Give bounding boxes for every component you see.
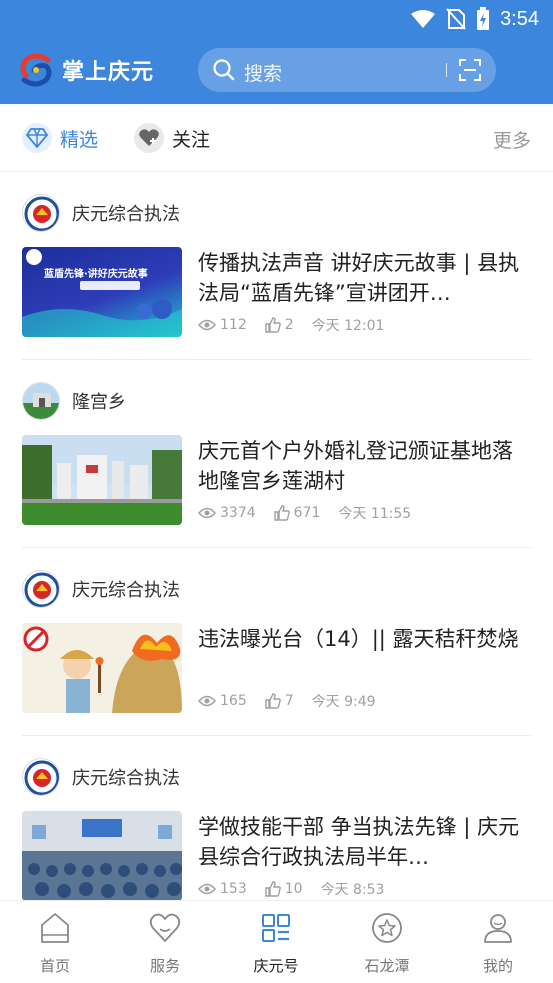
eye-icon (198, 695, 216, 707)
no-sim-icon (446, 8, 466, 30)
tab-guanzhu[interactable]: 关注 (134, 122, 210, 154)
article-thumbnail[interactable] (22, 811, 182, 900)
scan-icon[interactable] (458, 58, 482, 82)
source-name: 隆宫乡 (72, 392, 126, 413)
thumbs-up-icon (265, 881, 281, 897)
tab-label: 关注 (172, 128, 211, 151)
like-count: 2 (265, 317, 294, 333)
nav-label: 我的 (482, 957, 513, 975)
publish-time: 今天 12:01 (311, 318, 385, 334)
source-name: 庆元综合执法 (72, 580, 180, 601)
home-icon (41, 913, 69, 943)
search-divider (446, 63, 447, 77)
nav-profile[interactable]: 我的 (443, 911, 553, 981)
article-title[interactable]: 学做技能干部 争当执法先锋 | 庆元县综合行政执法局半年… (198, 812, 532, 872)
view-count: 112 (198, 317, 247, 333)
village-avatar (22, 382, 60, 420)
publish-time: 今天 8:53 (320, 882, 385, 898)
view-count: 153 (198, 881, 247, 897)
like-count: 7 (265, 693, 294, 709)
publish-time: 今天 9:49 (311, 694, 376, 710)
source-name: 庆元综合执法 (72, 768, 180, 789)
thumbs-up-icon (265, 317, 281, 333)
article-meta: 3374 671 今天 11:55 (198, 502, 429, 524)
feed-card[interactable]: 庆元综合执法 违法曝光台（14）|| 露天秸秆焚烧 165 7 今天 9:49 (22, 548, 531, 736)
battery-charging-icon (477, 7, 490, 30)
nav-label: 庆元号 (253, 957, 299, 975)
view-count: 3374 (198, 505, 256, 521)
wifi-icon (411, 10, 436, 28)
user-icon (484, 914, 512, 943)
app-title: 掌上庆元 (62, 60, 155, 85)
diamond-icon (22, 123, 52, 153)
nav-label: 首页 (39, 957, 70, 975)
police-emblem-avatar (22, 570, 60, 608)
grid-icon (262, 914, 290, 942)
tab-jingxuan[interactable]: 精选 (22, 122, 98, 154)
heart-plus-icon (134, 123, 164, 153)
article-thumbnail[interactable] (22, 435, 182, 525)
eye-icon (198, 883, 216, 895)
search-icon (213, 59, 235, 81)
view-count: 165 (198, 693, 247, 709)
nav-service[interactable]: 服务 (110, 911, 220, 981)
nav-home[interactable]: 首页 (0, 911, 110, 981)
feed-card[interactable]: 隆宫乡 庆元首个户外婚礼登记颁证基地落地隆宫乡莲湖村 3374 671 今天 1… (22, 360, 531, 548)
source-name: 庆元综合执法 (72, 204, 180, 225)
article-meta: 165 7 今天 9:49 (198, 690, 394, 712)
search-bar[interactable]: 搜索 (198, 48, 496, 92)
app-logo-icon (20, 53, 52, 87)
status-bar: 3:54 (0, 0, 553, 38)
feed-card[interactable]: 庆元综合执法 学做技能干部 争当执法先锋 | 庆元县综合行政执法局半年… 153… (22, 736, 531, 900)
bottom-navigation: 首页 服务 庆元号 石龙潭 我的 (0, 900, 553, 983)
status-icons: 3:54 (410, 6, 539, 32)
police-emblem-avatar (22, 758, 60, 796)
thumbnail-caption: 蓝盾先锋·讲好庆元故事 (44, 269, 148, 280)
source-row[interactable]: 庆元综合执法 (22, 758, 180, 796)
feed-card[interactable]: 庆元综合执法 蓝盾先锋·讲好庆元故事 传播执法声音 讲好庆元故事 | 县执法局“… (22, 172, 531, 360)
app-bar: 掌上庆元 搜索 (0, 44, 553, 96)
app-header: 3:54 掌上庆元 搜索 (0, 0, 553, 104)
status-time: 3:54 (500, 7, 539, 30)
article-title[interactable]: 违法曝光台（14）|| 露天秸秆焚烧 (198, 624, 532, 654)
publish-time: 今天 11:55 (338, 506, 412, 522)
article-meta: 112 2 今天 12:01 (198, 314, 402, 336)
more-channels-link[interactable]: 更多 (493, 126, 531, 153)
news-feed: 庆元综合执法 蓝盾先锋·讲好庆元故事 传播执法声音 讲好庆元故事 | 县执法局“… (0, 172, 553, 900)
like-count: 671 (273, 505, 320, 521)
like-count: 10 (265, 881, 303, 897)
source-row[interactable]: 隆宫乡 (22, 382, 126, 420)
article-title[interactable]: 传播执法声音 讲好庆元故事 | 县执法局“蓝盾先锋”宣讲团开… (198, 248, 532, 308)
source-row[interactable]: 庆元综合执法 (22, 194, 180, 232)
heart-icon (149, 913, 181, 942)
thumbs-up-icon (265, 693, 281, 709)
article-meta: 153 10 今天 8:53 (198, 878, 402, 900)
article-title[interactable]: 庆元首个户外婚礼登记颁证基地落地隆宫乡莲湖村 (198, 436, 532, 496)
thumbs-up-icon (273, 505, 290, 521)
source-row[interactable]: 庆元综合执法 (22, 570, 180, 608)
star-icon (372, 913, 402, 943)
search-placeholder: 搜索 (244, 63, 283, 85)
eye-icon (198, 507, 216, 519)
article-thumbnail[interactable]: 蓝盾先锋·讲好庆元故事 (22, 247, 182, 337)
eye-icon (198, 319, 216, 331)
nav-shilongtan[interactable]: 石龙潭 (332, 911, 442, 981)
nav-label: 石龙潭 (364, 957, 410, 975)
nav-label: 服务 (149, 957, 180, 975)
article-thumbnail[interactable] (22, 623, 182, 713)
tab-label: 精选 (60, 128, 99, 151)
nav-qingyuanhao[interactable]: 庆元号 (221, 911, 331, 981)
police-emblem-avatar (22, 194, 60, 232)
channel-tabs: 精选 关注 更多 (0, 104, 553, 172)
